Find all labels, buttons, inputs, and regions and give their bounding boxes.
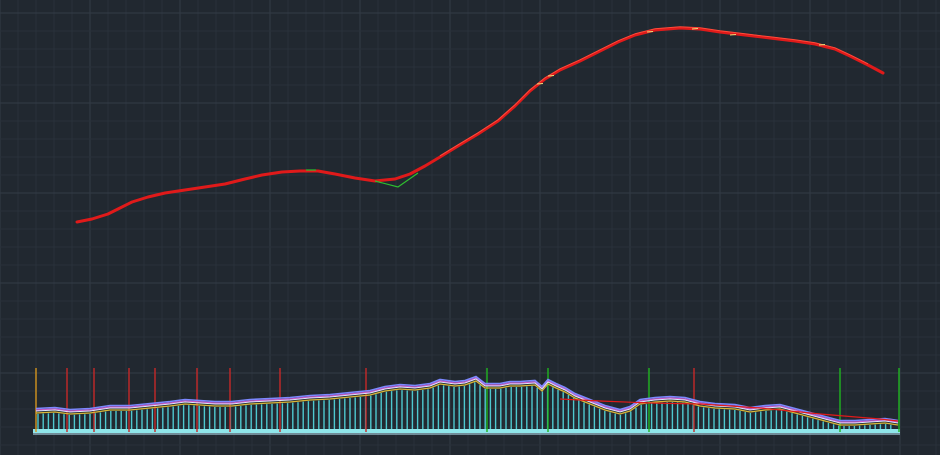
profile-datum-strip — [33, 429, 900, 433]
cad-drawing-viewport[interactable] — [0, 0, 940, 455]
alignment-annotation-mark — [818, 44, 826, 46]
design-profile-blue[interactable] — [35, 375, 899, 422]
alignment-annotation-mark — [547, 75, 555, 77]
alignment-annotation-mark — [729, 34, 737, 36]
profile-band[interactable] — [33, 368, 900, 435]
alignment-annotation-mark — [691, 28, 699, 30]
alignment-annotation-mark — [536, 83, 544, 85]
finished-grade-profile[interactable] — [35, 378, 899, 424]
alignment-annotation-mark — [646, 31, 654, 33]
drawing-canvas[interactable] — [0, 0, 940, 455]
